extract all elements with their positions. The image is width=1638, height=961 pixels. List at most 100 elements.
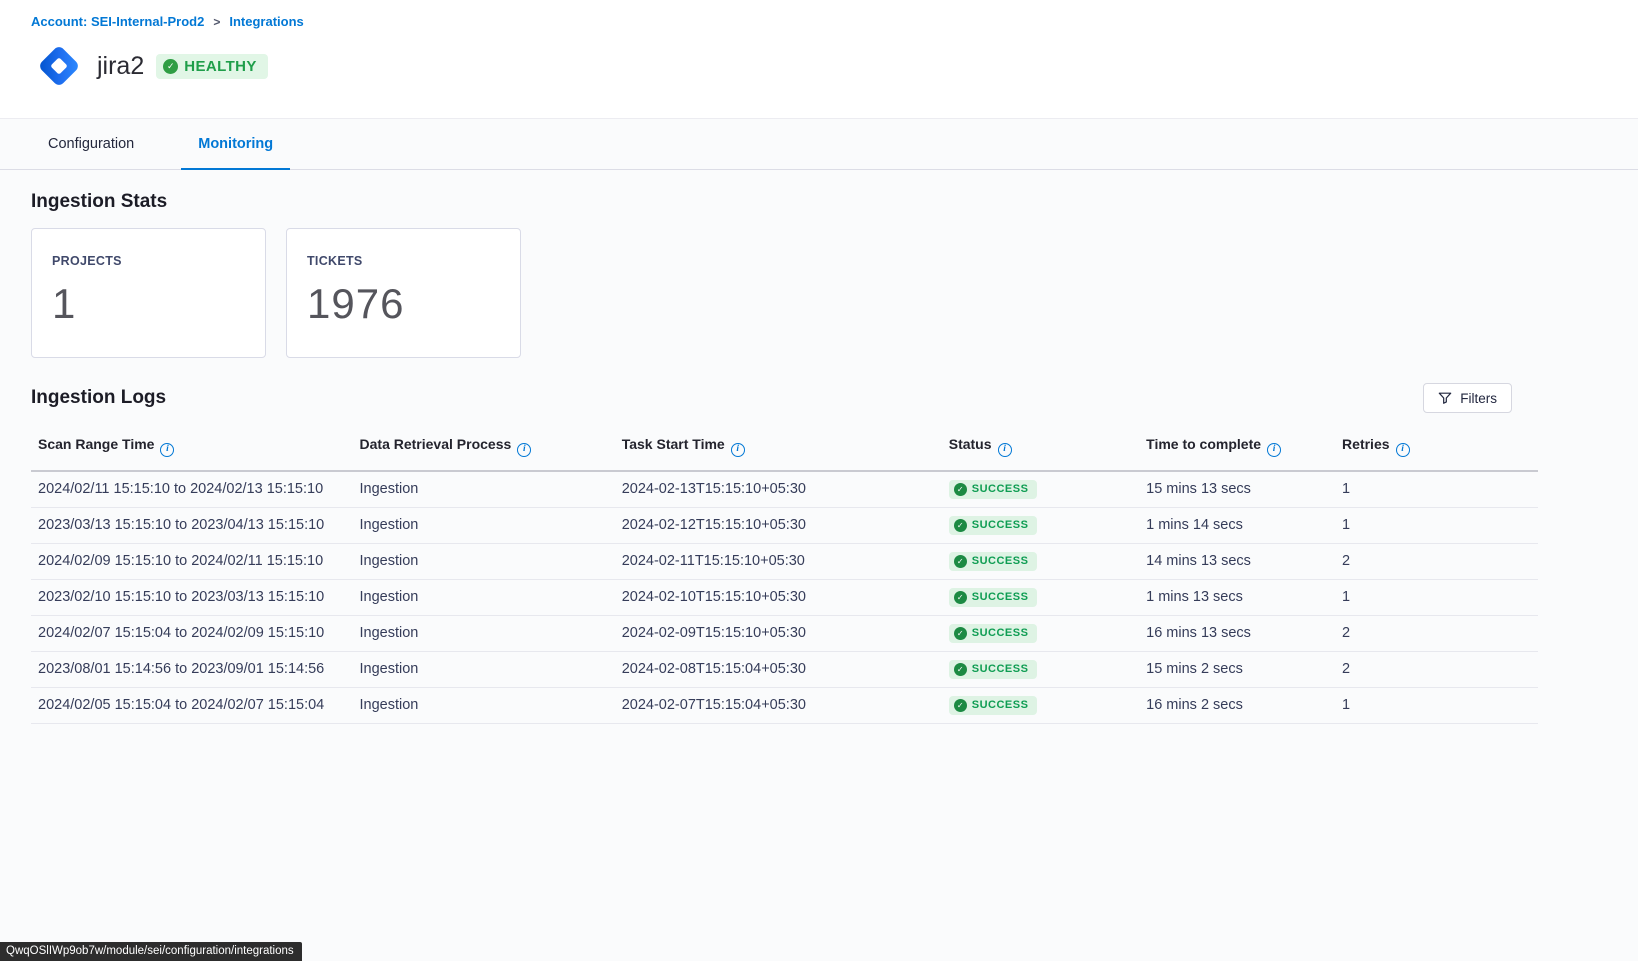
check-circle-icon: ✓	[954, 699, 967, 712]
column-label: Retries	[1342, 436, 1389, 452]
cell-scan-range: 2024/02/07 15:15:04 to 2024/02/09 15:15:…	[31, 615, 360, 651]
cell-status: ✓ SUCCESS	[949, 471, 1146, 507]
cell-scan-range: 2024/02/05 15:15:04 to 2024/02/07 15:15:…	[31, 687, 360, 723]
chevron-right-icon: >	[213, 15, 220, 29]
check-circle-icon: ✓	[954, 591, 967, 604]
breadcrumb: Account: SEI-Internal-Prod2 > Integratio…	[31, 14, 1638, 29]
status-badge: ✓ SUCCESS	[949, 480, 1038, 499]
info-icon[interactable]: i	[1267, 443, 1281, 457]
cell-status: ✓ SUCCESS	[949, 687, 1146, 723]
log-table-header-row: Scan Range TimeiData Retrieval ProcessiT…	[31, 428, 1538, 471]
status-badge: ✓SUCCESS	[949, 516, 1038, 535]
info-icon[interactable]: i	[1396, 443, 1410, 457]
column-header-retries: Retries i	[1342, 428, 1538, 471]
info-icon[interactable]: i	[160, 443, 174, 457]
column-header-status: Statusi	[949, 428, 1146, 471]
tab-configuration[interactable]: Configuration	[31, 119, 151, 170]
cell-scan-range: 2023/08/01 15:14:56 to 2023/09/01 15:14:…	[31, 651, 360, 687]
cell-retries: 1	[1342, 579, 1538, 615]
status-badge: ✓ SUCCESS	[949, 696, 1038, 715]
info-icon[interactable]: i	[517, 443, 531, 457]
cell-retries: 2	[1342, 651, 1538, 687]
cell-task-start: 2024-02-08T15:15:04+05:30	[622, 651, 949, 687]
cell-task-start: 2024-02-10T15:15:10+05:30	[622, 579, 949, 615]
ingestion-stats-title: Ingestion Stats	[31, 191, 1538, 213]
check-circle-icon: ✓	[954, 483, 967, 496]
status-badge: ✓ SUCCESS	[949, 660, 1038, 679]
column-label: Status	[949, 436, 992, 452]
health-status-badge: ✓ HEALTHY	[156, 54, 268, 79]
cell-status: ✓ SUCCESS	[949, 543, 1146, 579]
filters-button[interactable]: Filters	[1423, 383, 1512, 413]
cell-status: ✓SUCCESS	[949, 507, 1146, 543]
status-badge: ✓ SUCCESS	[949, 552, 1038, 571]
cell-process: Ingestion	[360, 579, 622, 615]
info-icon[interactable]: i	[731, 443, 745, 457]
status-badge-label: SUCCESS	[972, 699, 1029, 711]
log-table-row: 2024/02/09 15:15:10 to 2024/02/11 15:15:…	[31, 543, 1538, 579]
cell-time-to-complete: 16 mins 13 secs	[1146, 615, 1342, 651]
cell-status: ✓ SUCCESS	[949, 651, 1146, 687]
cell-task-start: 2024-02-09T15:15:10+05:30	[622, 615, 949, 651]
column-header-task-start-time: Task Start Time i	[622, 428, 949, 471]
cell-time-to-complete: 16 mins 2 secs	[1146, 687, 1342, 723]
page-header: Account: SEI-Internal-Prod2 > Integratio…	[0, 0, 1638, 119]
column-label: Time to complete	[1146, 436, 1261, 452]
column-header-time-to-complete: Time to complete i	[1146, 428, 1342, 471]
log-table-row: 2024/02/05 15:15:04 to 2024/02/07 15:15:…	[31, 687, 1538, 723]
ingestion-logs-title: Ingestion Logs	[31, 387, 166, 409]
stat-label: TICKETS	[307, 254, 500, 268]
status-badge: ✓ SUCCESS	[949, 588, 1038, 607]
stat-card-projects: PROJECTS 1	[31, 228, 266, 358]
column-header-scan-range-time: Scan Range Timei	[31, 428, 360, 471]
check-circle-icon: ✓	[954, 555, 967, 568]
column-header-data-retrieval-process: Data Retrieval Processi	[360, 428, 622, 471]
status-badge-label: SUCCESS	[972, 591, 1029, 603]
column-label: Task Start Time	[622, 436, 725, 452]
breadcrumb-integrations-link[interactable]: Integrations	[229, 14, 303, 29]
stat-label: PROJECTS	[52, 254, 245, 268]
cell-scan-range: 2024/02/09 15:15:10 to 2024/02/11 15:15:…	[31, 543, 360, 579]
cell-retries: 1	[1342, 687, 1538, 723]
status-badge: ✓SUCCESS	[949, 624, 1038, 643]
cell-task-start: 2024-02-12T15:15:10+05:30	[622, 507, 949, 543]
cell-process: Ingestion	[360, 543, 622, 579]
cell-retries: 2	[1342, 615, 1538, 651]
cell-scan-range: 2023/03/13 15:15:10 to 2023/04/13 15:15:…	[31, 507, 360, 543]
content-area: Configuration Monitoring Ingestion Stats…	[0, 119, 1638, 961]
jira-logo-icon	[31, 38, 87, 94]
check-circle-icon: ✓	[163, 59, 178, 74]
log-table-row: 2023/02/10 15:15:10 to 2023/03/13 15:15:…	[31, 579, 1538, 615]
cell-process: Ingestion	[360, 687, 622, 723]
info-icon[interactable]: i	[998, 443, 1012, 457]
stat-value: 1976	[307, 280, 500, 328]
cell-process: Ingestion	[360, 507, 622, 543]
status-badge-label: SUCCESS	[972, 555, 1029, 567]
integration-name: jira2	[97, 52, 144, 81]
log-table-row: 2024/02/07 15:15:04 to 2024/02/09 15:15:…	[31, 615, 1538, 651]
cell-scan-range: 2023/02/10 15:15:10 to 2023/03/13 15:15:…	[31, 579, 360, 615]
cell-task-start: 2024-02-07T15:15:04+05:30	[622, 687, 949, 723]
cell-scan-range: 2024/02/11 15:15:10 to 2024/02/13 15:15:…	[31, 471, 360, 507]
cell-retries: 1	[1342, 507, 1538, 543]
log-table-row: 2023/08/01 15:14:56 to 2023/09/01 15:14:…	[31, 651, 1538, 687]
breadcrumb-account-link[interactable]: Account: SEI-Internal-Prod2	[31, 14, 204, 29]
status-badge-label: SUCCESS	[972, 483, 1029, 495]
stat-value: 1	[52, 280, 245, 328]
cell-retries: 1	[1342, 471, 1538, 507]
cell-status: ✓SUCCESS	[949, 615, 1146, 651]
status-badge-label: SUCCESS	[972, 663, 1029, 675]
status-badge-label: SUCCESS	[972, 627, 1029, 639]
cell-time-to-complete: 1 mins 14 secs	[1146, 507, 1342, 543]
tab-bar: Configuration Monitoring	[0, 119, 1638, 170]
check-circle-icon: ✓	[954, 663, 967, 676]
tab-monitoring[interactable]: Monitoring	[181, 119, 290, 170]
cell-time-to-complete: 15 mins 2 secs	[1146, 651, 1342, 687]
status-badge-label: SUCCESS	[972, 519, 1029, 531]
cell-process: Ingestion	[360, 651, 622, 687]
cell-process: Ingestion	[360, 471, 622, 507]
funnel-icon	[1438, 391, 1452, 405]
log-table-row: 2024/02/11 15:15:10 to 2024/02/13 15:15:…	[31, 471, 1538, 507]
filters-button-label: Filters	[1460, 391, 1497, 406]
cell-retries: 2	[1342, 543, 1538, 579]
